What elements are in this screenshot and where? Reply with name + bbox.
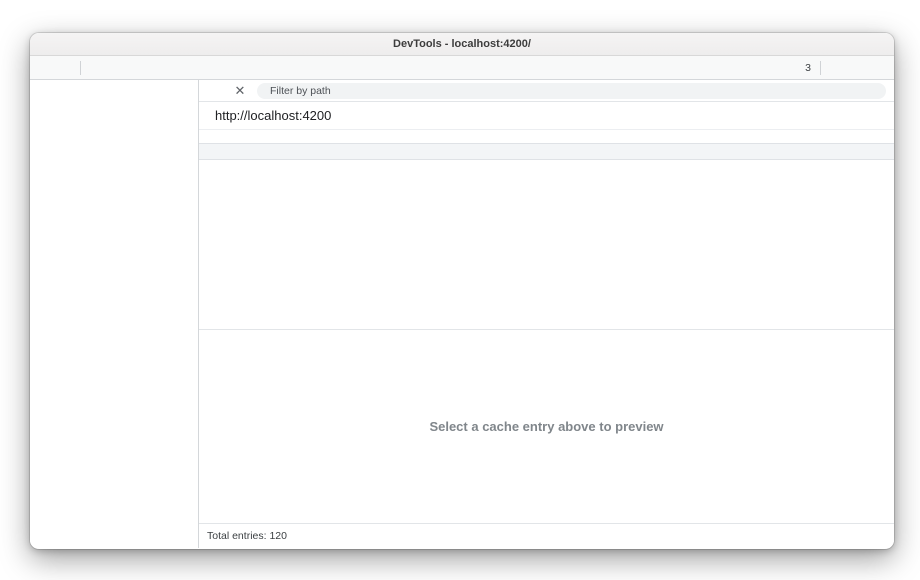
application-sidebar [30,80,199,548]
refresh-icon[interactable] [207,83,223,99]
divider [80,61,81,75]
preview-hint: Select a cache entry above to preview [429,419,663,434]
devtools-tabbar: 3 [30,56,894,80]
filter-input[interactable] [270,85,878,97]
window-title: DevTools - localhost:4200/ [30,38,894,50]
origin-title: http://localhost:4200 [199,102,894,130]
cache-table-rows [199,160,894,330]
content-area: ✕ http://localhost:4200 Select a cache e… [30,80,894,548]
bucket-details [199,130,894,143]
delete-selected-icon[interactable]: ✕ [232,83,248,99]
tabbar-right: 3 [771,56,894,79]
total-entries: Total entries: 120 [207,530,287,542]
cache-toolbar: ✕ [199,80,894,102]
divider [820,61,821,75]
filter-box [257,83,886,99]
status-bar: Total entries: 120 [199,523,894,548]
feedback-button[interactable]: 3 [802,62,811,74]
inspect-icon[interactable] [30,56,54,79]
preview-area: Select a cache entry above to preview [199,330,894,523]
screen: DevTools - localhost:4200/ 3 [0,0,920,580]
cache-table-header [199,143,894,160]
device-toolbar-icon[interactable] [54,56,78,79]
cache-storage-panel: ✕ http://localhost:4200 Select a cache e… [199,80,894,548]
feedback-count: 3 [805,62,811,74]
devtools-window: DevTools - localhost:4200/ 3 [30,33,894,549]
titlebar: DevTools - localhost:4200/ [30,33,894,56]
